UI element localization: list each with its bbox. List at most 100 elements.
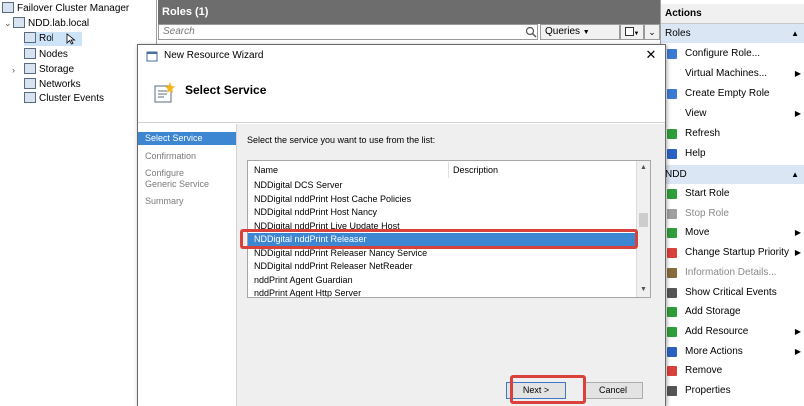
submenu-arrow-icon: ▶ (794, 69, 801, 78)
add-resource-icon (667, 326, 677, 337)
submenu-arrow-icon: ▶ (794, 248, 801, 258)
chevron-down-icon[interactable]: ⌄ (4, 16, 13, 30)
help-icon (667, 149, 677, 159)
tree-cluster[interactable]: ⌄ NDD.lab.local (4, 16, 89, 30)
selection-highlight-annotation (240, 229, 638, 249)
action-view[interactable]: View ▶ (661, 104, 804, 124)
column-name[interactable]: Name (254, 162, 278, 178)
cancel-button[interactable]: Cancel (583, 382, 643, 399)
action-refresh[interactable]: Refresh (661, 124, 804, 144)
roles-pane: Roles (1) Search Queries ▼ ▼ ⌄ (158, 0, 660, 42)
empty-role-icon (667, 89, 677, 99)
actions-pane: Actions Roles ▲ Configure Role... Virtual … (660, 0, 804, 406)
action-change-startup-priority[interactable]: Change Startup Priority ▶ (661, 243, 804, 263)
dialog-header: Select Service (138, 67, 665, 123)
move-icon (667, 228, 677, 239)
new-resource-wizard-dialog: New Resource Wizard ✕ Select Service Sel… (137, 44, 666, 406)
roles-icon (24, 32, 36, 43)
action-add-resource[interactable]: Add Resource ▶ (661, 322, 804, 342)
step-summary[interactable]: Summary (138, 196, 236, 207)
storage-icon (24, 63, 36, 74)
nodes-icon (24, 48, 36, 59)
action-create-empty-role[interactable]: Create Empty Role (661, 84, 804, 104)
search-input[interactable]: Search (158, 24, 538, 40)
wizard-steps: Select Service Confirmation Configure Ge… (138, 124, 236, 406)
step-select-service[interactable]: Select Service (138, 132, 236, 145)
chevron-right-icon[interactable]: › (12, 63, 21, 77)
actions-section-roles[interactable]: Roles ▲ (661, 24, 804, 43)
networks-icon (24, 78, 36, 89)
close-icon[interactable]: ✕ (643, 47, 659, 63)
expand-icon: ⌄ (648, 27, 656, 37)
column-description[interactable]: Description (448, 162, 498, 178)
properties-icon (667, 386, 677, 396)
submenu-arrow-icon: ▶ (794, 326, 801, 336)
search-icon[interactable] (525, 26, 537, 38)
queries-button[interactable]: Queries ▼ (540, 24, 620, 40)
dialog-heading: Select Service (185, 83, 267, 97)
service-row[interactable]: NDDigital nddPrint Releaser NetReader (248, 260, 638, 273)
stop-icon (667, 208, 677, 219)
scroll-thumb[interactable] (639, 213, 648, 227)
save-icon (624, 27, 634, 36)
dialog-footer: Next > Cancel (236, 374, 665, 406)
submenu-arrow-icon: ▶ (794, 346, 801, 356)
tree-item-roles[interactable]: Roles (24, 32, 82, 46)
action-remove[interactable]: Remove (661, 361, 804, 381)
dialog-title: New Resource Wizard (164, 50, 264, 61)
navigation-tree: Failover Cluster Manager ⌄ NDD.lab.local … (0, 0, 157, 406)
service-row[interactable]: nddPrint Agent Http Server (248, 287, 638, 297)
scroll-up-icon[interactable]: ▲ (637, 161, 650, 175)
events-icon (667, 287, 677, 298)
cluster-icon (13, 17, 25, 28)
wizard-icon (146, 51, 158, 62)
service-row[interactable]: NDDigital nddPrint Host Cache Policies (248, 193, 638, 206)
next-button-highlight-annotation (510, 375, 586, 404)
tree-item-cluster-events[interactable]: Cluster Events (24, 92, 104, 106)
service-row[interactable]: NDDigital DCS Server (248, 179, 638, 192)
tree-item-storage[interactable]: › Storage (12, 63, 74, 77)
action-configure-role[interactable]: Configure Role... (661, 44, 804, 64)
collapse-icon[interactable]: ▲ (791, 24, 799, 43)
tree-root[interactable]: Failover Cluster Manager (2, 2, 129, 16)
tree-item-networks[interactable]: Networks (24, 78, 81, 92)
tree-item-nodes[interactable]: Nodes (24, 48, 68, 62)
dialog-titlebar: New Resource Wizard ✕ (138, 45, 665, 67)
scroll-down-icon[interactable]: ▼ (637, 283, 650, 297)
action-help[interactable]: Help (661, 144, 804, 164)
wizard-header-icon (154, 82, 175, 103)
roles-title: Roles (1) (158, 0, 660, 24)
action-properties[interactable]: Properties (661, 381, 804, 401)
start-icon (667, 189, 677, 199)
service-row[interactable]: NDDigital nddPrint Host Nancy (248, 206, 638, 219)
action-show-critical-events[interactable]: Show Critical Events (661, 283, 804, 303)
action-move[interactable]: Move ▶ (661, 223, 804, 243)
collapse-icon[interactable]: ▲ (791, 165, 799, 184)
add-storage-icon (667, 307, 677, 318)
step-configure-generic-service[interactable]: Configure Generic Service (138, 168, 218, 190)
refresh-icon (667, 129, 677, 139)
chevron-down-icon: ▼ (582, 29, 590, 36)
actions-header: Actions (661, 4, 804, 24)
priority-icon (667, 248, 677, 259)
action-more-actions[interactable]: More Actions ▶ (661, 342, 804, 362)
cluster-manager-icon (2, 2, 14, 13)
submenu-arrow-icon: ▶ (794, 109, 801, 118)
expand-button[interactable]: ⌄ (644, 24, 660, 40)
action-information-details[interactable]: Information Details... (661, 263, 804, 283)
service-list-scrollbar[interactable]: ▲ ▼ (636, 161, 650, 297)
chevron-down-icon: ▼ (633, 31, 640, 37)
action-stop-role[interactable]: Stop Role (661, 204, 804, 224)
action-add-storage[interactable]: Add Storage (661, 302, 804, 322)
actions-section-ndd[interactable]: NDD ▲ (661, 165, 804, 184)
action-virtual-machines[interactable]: Virtual Machines... ▶ (661, 64, 804, 84)
more-actions-icon (667, 346, 677, 357)
action-start-role[interactable]: Start Role (661, 184, 804, 204)
events-icon (24, 92, 36, 103)
step-confirmation[interactable]: Confirmation (138, 151, 236, 162)
service-row[interactable]: nddPrint Agent Guardian (248, 274, 638, 287)
service-prompt: Select the service you want to use from … (247, 135, 436, 145)
cursor-icon (66, 33, 76, 45)
remove-icon (667, 366, 677, 377)
save-query-button[interactable]: ▼ (620, 24, 644, 40)
